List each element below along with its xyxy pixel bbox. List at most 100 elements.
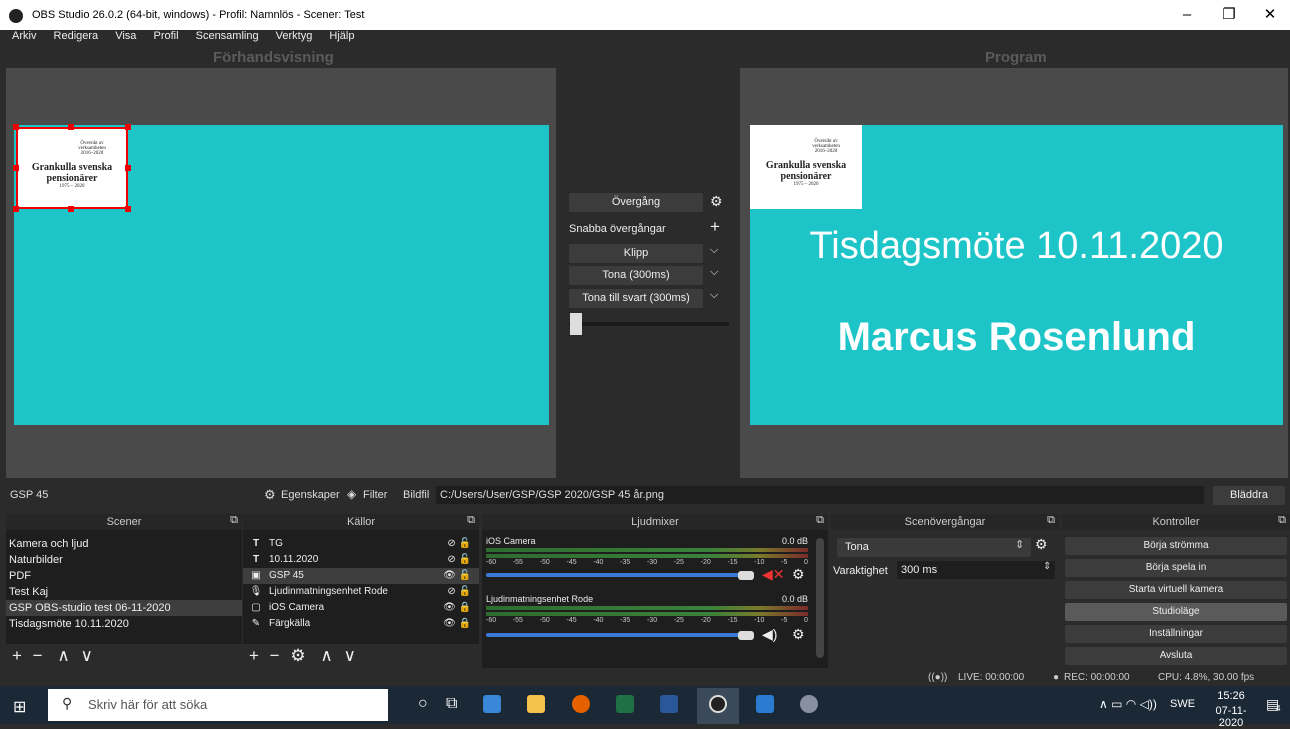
word-icon[interactable] [660, 695, 678, 713]
browse-button[interactable]: Bläddra [1213, 486, 1285, 505]
menu-redigera[interactable]: Redigera [54, 30, 99, 42]
image-file-path-input[interactable]: C:/Users/User/GSP/GSP 2020/GSP 45 år.png [436, 486, 1204, 504]
excel-icon[interactable] [616, 695, 634, 713]
menu-hjalp[interactable]: Hjälp [329, 30, 354, 42]
resize-handle[interactable] [125, 206, 131, 212]
transition-button[interactable]: Övergång [569, 193, 703, 212]
start-virtual-camera-button[interactable]: Starta virtuell kamera [1065, 581, 1287, 599]
t-bar-track[interactable] [569, 322, 729, 326]
quick-transition-cut[interactable]: Klipp [569, 244, 703, 263]
undock-icon[interactable]: ⧉ [816, 514, 824, 527]
firefox-icon[interactable] [572, 695, 590, 713]
preview-canvas[interactable]: Översikt av verksamheten 2016–2020 Grank… [13, 124, 549, 425]
quick-transition-fade-black[interactable]: Tona till svart (300ms) [569, 289, 703, 308]
muted-speaker-icon[interactable]: ◀✕ [762, 566, 785, 583]
move-down-icon[interactable]: ∨ [344, 646, 356, 665]
start-streaming-button[interactable]: Börja strömma [1065, 537, 1287, 555]
remove-icon[interactable]: − [270, 646, 280, 665]
input-language[interactable]: SWE [1170, 698, 1195, 710]
spin-arrows-icon[interactable]: ⇕ [1043, 561, 1051, 572]
photos-icon[interactable] [756, 695, 774, 713]
list-item[interactable]: T TG ⊘ 🔓 [243, 536, 479, 552]
list-item-selected[interactable]: ▣ GSP 45 👁 🔓 [243, 568, 479, 584]
exit-button[interactable]: Avsluta [1065, 647, 1287, 665]
list-item[interactable]: Naturbilder [6, 552, 242, 568]
menu-visa[interactable]: Visa [115, 30, 136, 42]
list-item[interactable]: ▢ iOS Camera 👁 🔒 [243, 600, 479, 616]
list-item-selected[interactable]: GSP OBS-studio test 06-11-2020 [6, 600, 242, 616]
add-icon[interactable]: + [12, 646, 22, 665]
minimize-button[interactable]: – [1172, 4, 1202, 26]
image-file-label: Bildfil [403, 489, 430, 501]
taskbar-search-input[interactable]: Skriv här för att söka [48, 689, 388, 721]
remove-icon[interactable]: − [33, 646, 43, 665]
obs-logo-icon [9, 9, 23, 23]
menu-profil[interactable]: Profil [153, 30, 178, 42]
settings-button[interactable]: Inställningar [1065, 625, 1287, 643]
volume-slider-knob[interactable] [738, 631, 754, 640]
gear-icon[interactable]: ⚙ [710, 193, 723, 210]
resize-handle[interactable] [68, 124, 74, 130]
undock-icon[interactable]: ⧉ [1278, 514, 1286, 527]
add-icon[interactable]: + [710, 217, 720, 237]
paint-icon[interactable] [800, 695, 818, 713]
list-item[interactable]: 🎙 Ljudinmatningsenhet Rode ⊘ 🔓 [243, 584, 479, 600]
properties-button[interactable]: Egenskaper [281, 489, 340, 501]
move-up-icon[interactable]: ∧ [57, 646, 69, 665]
undock-icon[interactable]: ⧉ [230, 514, 238, 527]
clock-time[interactable]: 15:26 [1208, 690, 1254, 702]
resize-handle[interactable] [125, 165, 131, 171]
tray-icons[interactable]: ∧ ▭ ◠ ◁)) [1099, 697, 1157, 711]
list-item[interactable]: PDF [6, 568, 242, 584]
chevron-down-icon[interactable]: ⌵ [710, 289, 718, 302]
undock-icon[interactable]: ⧉ [1047, 514, 1055, 527]
menu-verktyg[interactable]: Verktyg [276, 30, 313, 42]
menu-scensamling[interactable]: Scensamling [196, 30, 259, 42]
volume-slider[interactable] [486, 573, 742, 577]
studio-mode-button[interactable]: Studioläge [1065, 603, 1287, 621]
file-explorer-icon[interactable] [527, 695, 545, 713]
volume-slider[interactable] [486, 633, 742, 637]
undock-icon[interactable]: ⧉ [467, 514, 475, 527]
start-recording-button[interactable]: Börja spela in [1065, 559, 1287, 577]
gear-icon[interactable]: ⚙ [1035, 536, 1048, 553]
duration-spinbox[interactable]: 300 ms [897, 561, 1055, 579]
quick-transition-fade[interactable]: Tona (300ms) [569, 266, 703, 285]
chevron-down-icon[interactable]: ⌵ [710, 266, 718, 279]
scrollbar[interactable] [816, 538, 824, 658]
search-icon: ⚲ [62, 695, 73, 711]
speaker-icon[interactable]: ◀) [762, 626, 777, 643]
gear-icon[interactable]: ⚙ [792, 626, 805, 643]
t-bar-handle[interactable] [570, 313, 582, 335]
list-item[interactable]: T 10.11.2020 ⊘ 🔓 [243, 552, 479, 568]
gear-icon[interactable]: ⚙ [290, 646, 305, 665]
control-panel-icon[interactable] [483, 695, 501, 713]
chevron-updown-icon[interactable]: ⇕ [1015, 538, 1024, 551]
list-item[interactable]: Kamera och ljud [6, 536, 242, 552]
transition-select[interactable]: Tona [837, 538, 1031, 557]
menu-arkiv[interactable]: Arkiv [12, 30, 36, 42]
list-item[interactable]: Test Kaj [6, 584, 242, 600]
move-up-icon[interactable]: ∧ [320, 646, 332, 665]
gear-icon[interactable]: ⚙ [792, 566, 805, 583]
preview-label: Förhandsvisning [213, 49, 334, 66]
resize-handle[interactable] [13, 165, 19, 171]
restore-button[interactable]: ❐ [1214, 4, 1244, 26]
windows-start-icon[interactable]: ⊞ [13, 697, 26, 717]
list-item[interactable]: ✎ Färgkälla 👁 🔒 [243, 616, 479, 632]
close-button[interactable]: ✕ [1255, 4, 1285, 26]
add-icon[interactable]: + [249, 646, 259, 665]
filters-button[interactable]: Filter [363, 489, 387, 501]
chevron-down-icon[interactable]: ⌵ [710, 244, 718, 257]
clock-date[interactable]: 07-11-2020 [1204, 705, 1258, 729]
move-down-icon[interactable]: ∨ [81, 646, 93, 665]
resize-handle[interactable] [13, 124, 19, 130]
resize-handle[interactable] [68, 206, 74, 212]
volume-slider-knob[interactable] [738, 571, 754, 580]
obs-icon[interactable] [709, 695, 727, 713]
resize-handle[interactable] [13, 206, 19, 212]
list-item[interactable]: Tisdagsmöte 10.11.2020 [6, 616, 242, 632]
resize-handle[interactable] [125, 124, 131, 130]
task-view-icon[interactable]: ⧉ [446, 695, 457, 713]
cortana-icon[interactable]: ○ [418, 695, 428, 713]
